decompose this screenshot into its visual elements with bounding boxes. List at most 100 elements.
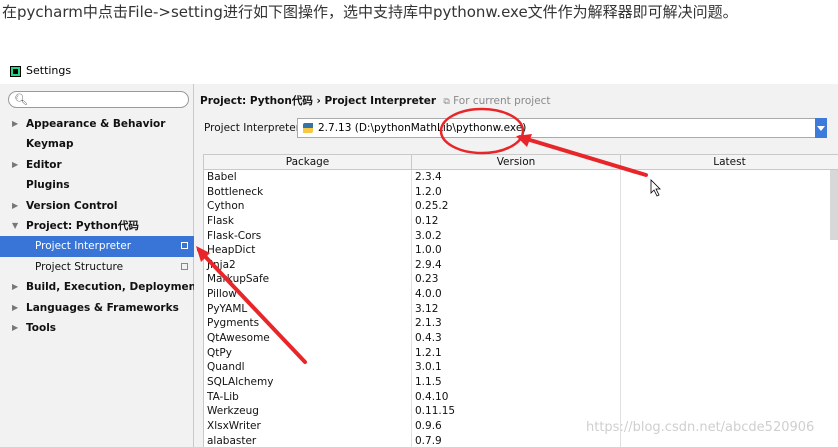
- package-name: QtAwesome: [207, 332, 270, 345]
- package-version: 3.0.1: [415, 361, 442, 374]
- sidebar-item-label: Editor: [26, 158, 62, 171]
- column-header-version[interactable]: Version: [412, 155, 621, 169]
- settings-search-input[interactable]: 🔍︎: [8, 91, 189, 108]
- breadcrumb: Project: Python代码 › Project Interpreter …: [200, 93, 551, 108]
- project-scope-icon: ⧉: [443, 97, 450, 107]
- sidebar-item-project-interpreter[interactable]: Project Interpreter: [0, 236, 194, 257]
- table-body: Babel 2.3.4 Bottleneck 1.2.0 Cython 0.25.2 Fla…: [204, 170, 838, 447]
- sidebar-item-project[interactable]: ▼ Project: Python代码: [0, 216, 194, 236]
- breadcrumb-page: Project Interpreter: [324, 95, 437, 107]
- expand-arrow-icon[interactable]: ▶: [12, 114, 18, 134]
- package-name: Flask-Cors: [207, 229, 262, 242]
- interpreter-label: Project Interpreter:: [204, 122, 304, 134]
- package-name: QtPy: [207, 346, 232, 359]
- table-row[interactable]: SQLAlchemy 1.1.5: [204, 375, 838, 390]
- table-header: Package Version Latest: [204, 155, 838, 170]
- package-version: 0.7.9: [415, 434, 442, 447]
- table-row[interactable]: Pygments 2.1.3: [204, 316, 838, 331]
- sidebar-item-label: Appearance & Behavior: [26, 118, 166, 130]
- package-name: XlsxWriter: [207, 419, 261, 432]
- settings-window: Settings 🔍︎ ▶ Appearance & Behavior Keym…: [0, 60, 838, 447]
- package-version: 0.4.10: [415, 390, 449, 403]
- package-version: 0.9.6: [415, 419, 442, 432]
- package-version: 2.9.4: [415, 258, 442, 271]
- sidebar-item-label: Project Interpreter: [35, 240, 132, 253]
- packages-table: Package Version Latest Babel 2.3.4 Bottlen…: [203, 154, 838, 447]
- table-row[interactable]: QtPy 1.2.1: [204, 346, 838, 361]
- expand-arrow-icon[interactable]: ▶: [12, 298, 18, 318]
- expand-arrow-icon[interactable]: ▶: [12, 196, 18, 216]
- table-row[interactable]: Quandl 3.0.1: [204, 360, 838, 375]
- python-icon: [303, 123, 313, 133]
- sidebar-item-label: Build, Execution, Deployment: [26, 281, 202, 294]
- package-version: 0.25.2: [415, 200, 449, 213]
- package-name: Pillow: [207, 288, 237, 301]
- package-name: PyYAML: [207, 302, 248, 315]
- table-row[interactable]: Jinja2 2.9.4: [204, 258, 838, 273]
- watermark: https://blog.csdn.net/abcde520906: [586, 420, 815, 435]
- package-version: 2.3.4: [415, 171, 442, 183]
- table-row[interactable]: Cython 0.25.2: [204, 199, 838, 214]
- package-name: Flask: [207, 214, 234, 227]
- table-row[interactable]: Bottleneck 1.2.0: [204, 185, 838, 200]
- expand-arrow-icon[interactable]: ▶: [12, 318, 18, 338]
- expand-arrow-icon[interactable]: ▶: [12, 155, 18, 175]
- column-header-latest[interactable]: Latest: [621, 155, 838, 169]
- sidebar-item-label: Version Control: [26, 199, 118, 212]
- package-version: 0.23: [415, 273, 439, 286]
- package-name: MarkupSafe: [207, 273, 270, 286]
- sidebar-item-tools[interactable]: ▶ Tools: [0, 318, 194, 338]
- project-scope-icon: [181, 262, 188, 270]
- package-version: 1.2.0: [415, 185, 442, 198]
- sidebar-item-languages-frameworks[interactable]: ▶ Languages & Frameworks: [0, 298, 194, 318]
- sidebar-item-label: Languages & Frameworks: [26, 301, 179, 314]
- dropdown-arrow-icon[interactable]: [815, 118, 827, 138]
- settings-tree: ▶ Appearance & Behavior Keymap ▶ Editor …: [0, 114, 201, 338]
- scope-hint: ⧉ For current project: [443, 95, 550, 107]
- interpreter-select[interactable]: 2.7.13 (D:\pythonMathLib\pythonw.exe): [297, 118, 827, 138]
- table-row[interactable]: HeapDict 1.0.0: [204, 243, 838, 258]
- table-row[interactable]: Flask 0.12: [204, 214, 838, 229]
- package-version: 4.0.0: [415, 288, 442, 301]
- collapse-arrow-icon[interactable]: ▼: [12, 216, 18, 236]
- sidebar-item-label: Keymap: [26, 138, 74, 151]
- table-row[interactable]: Babel 2.3.4: [204, 170, 838, 185]
- table-row[interactable]: TA-Lib 0.4.10: [204, 390, 838, 405]
- sidebar-item-project-structure[interactable]: Project Structure: [0, 257, 194, 277]
- column-header-package[interactable]: Package: [204, 155, 412, 169]
- table-row[interactable]: Pillow 4.0.0: [204, 287, 838, 302]
- project-scope-icon: [181, 242, 188, 250]
- sidebar-item-editor[interactable]: ▶ Editor: [0, 155, 194, 175]
- package-version: 3.0.2: [415, 229, 442, 242]
- sidebar-item-label: Project Structure: [35, 260, 124, 273]
- table-row[interactable]: PyYAML 3.12: [204, 302, 838, 317]
- table-row[interactable]: Werkzeug 0.11.15: [204, 404, 838, 419]
- vertical-scrollbar[interactable]: [830, 170, 838, 240]
- expand-arrow-icon[interactable]: ▶: [12, 277, 18, 297]
- sidebar-item-appearance-behavior[interactable]: ▶ Appearance & Behavior: [0, 114, 194, 134]
- table-row[interactable]: MarkupSafe 0.23: [204, 272, 838, 287]
- sidebar-item-version-control[interactable]: ▶ Version Control: [0, 196, 194, 216]
- package-name: Jinja2: [207, 258, 236, 271]
- table-row[interactable]: QtAwesome 0.4.3: [204, 331, 838, 346]
- package-name: TA-Lib: [207, 390, 239, 403]
- scope-hint-text: For current project: [453, 95, 551, 107]
- table-row[interactable]: alabaster 0.7.9: [204, 434, 838, 447]
- package-version: 0.11.15: [415, 405, 456, 418]
- package-version: 2.1.3: [415, 317, 442, 330]
- sidebar-item-label: Tools: [26, 321, 57, 334]
- package-name: Babel: [207, 171, 237, 183]
- sidebar-item-label: Plugins: [26, 179, 70, 192]
- package-name: Pygments: [207, 317, 260, 330]
- sidebar-item-label: Project: Python代码: [26, 219, 139, 232]
- table-row[interactable]: Flask-Cors 3.0.2: [204, 229, 838, 244]
- article-caption: 在pycharm中点击File->setting进行如下图操作，选中支持库中py…: [2, 3, 738, 21]
- package-name: alabaster: [207, 434, 257, 447]
- package-version: 1.0.0: [415, 244, 442, 257]
- sidebar-item-keymap[interactable]: Keymap: [0, 134, 194, 154]
- package-version: 1.2.1: [415, 346, 442, 359]
- sidebar-item-build-execution-deployment[interactable]: ▶ Build, Execution, Deployment: [0, 277, 201, 297]
- sidebar-item-plugins[interactable]: Plugins: [0, 175, 194, 195]
- package-version: 0.4.3: [415, 332, 442, 345]
- pycharm-app-icon: [10, 66, 21, 77]
